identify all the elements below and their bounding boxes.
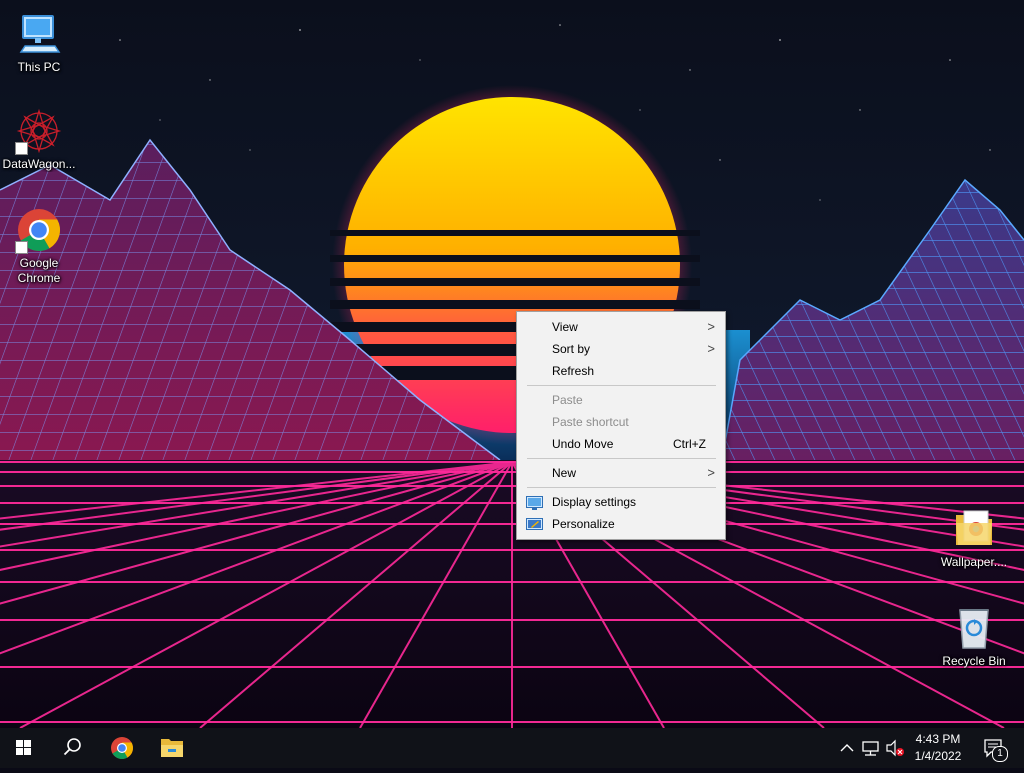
start-button[interactable] <box>0 728 48 768</box>
taskbar-chrome-button[interactable] <box>98 728 146 768</box>
menu-item-display-settings[interactable]: Display settings <box>517 491 725 513</box>
volume-button[interactable] <box>884 728 906 768</box>
menu-item-new[interactable]: New > <box>517 462 725 484</box>
action-center-button[interactable]: 1 <box>978 728 1008 768</box>
desktop-icon-label: DataWagon... <box>2 157 76 171</box>
network-icon <box>859 741 883 771</box>
menu-item-label: New <box>552 466 577 480</box>
chrome-icon <box>98 737 146 772</box>
menu-item-label: Refresh <box>552 364 595 378</box>
menu-item-label: Paste <box>552 393 583 407</box>
shortcut-arrow-icon <box>15 142 28 155</box>
windows-start-icon <box>0 740 48 772</box>
keyboard-shortcut: Ctrl+Z <box>673 437 706 451</box>
search-icon <box>48 738 96 772</box>
menu-item-label: Sort by <box>552 342 591 356</box>
menu-item-sort-by[interactable]: Sort by > <box>517 338 725 360</box>
menu-item-view[interactable]: View > <box>517 316 725 338</box>
search-button[interactable] <box>48 728 96 768</box>
taskbar: 4:43 PM 1/4/2022 1 <box>0 728 1024 768</box>
notification-count-badge: 1 <box>992 746 1008 762</box>
desktop-icon-this-pc[interactable]: This PC <box>1 10 77 75</box>
menu-item-label: View <box>552 320 578 334</box>
menu-item-refresh[interactable]: Refresh <box>517 360 725 382</box>
display-settings-icon <box>526 495 543 510</box>
menu-separator <box>527 487 716 488</box>
chevron-right-icon: > <box>707 319 715 334</box>
personalize-icon <box>526 517 543 531</box>
chevron-right-icon: > <box>707 341 715 356</box>
desktop-icon-label: Recycle Bin <box>942 654 1006 668</box>
computer-icon <box>15 10 63 58</box>
desktop-icon-datawagon[interactable]: DataWagon... <box>1 107 77 172</box>
chrome-icon <box>15 206 63 254</box>
chevron-right-icon: > <box>707 465 715 480</box>
taskbar-file-explorer-button[interactable] <box>148 728 196 768</box>
datawagon-icon <box>15 107 63 155</box>
menu-item-paste: Paste <box>517 389 725 411</box>
desktop-icon-label: Google Chrome <box>17 256 61 285</box>
clock-time: 4:43 PM <box>915 732 961 746</box>
desktop-icon-google-chrome[interactable]: Google Chrome <box>1 206 77 286</box>
desktop-icon-label: This PC <box>17 60 61 74</box>
wallpaper <box>0 0 1024 728</box>
clock-date: 1/4/2022 <box>914 749 962 763</box>
menu-item-paste-shortcut: Paste shortcut <box>517 411 725 433</box>
show-hidden-icons-button[interactable] <box>837 728 857 768</box>
menu-item-undo-move[interactable]: Undo Move Ctrl+Z <box>517 433 725 455</box>
menu-item-personalize[interactable]: Personalize <box>517 513 725 535</box>
desktop[interactable]: This PC DataWagon... Google Chrome Wallp… <box>0 0 1024 728</box>
menu-item-label: Undo Move <box>552 437 614 451</box>
desktop-context-menu: View > Sort by > Refresh Paste Paste sho… <box>516 311 726 540</box>
file-explorer-icon <box>148 739 196 772</box>
desktop-icon-recycle-bin[interactable]: Recycle Bin <box>936 604 1012 669</box>
menu-separator <box>527 385 716 386</box>
clock[interactable]: 4:43 PM 1/4/2022 <box>905 731 971 765</box>
menu-item-label: Display settings <box>552 495 637 509</box>
chevron-up-icon <box>837 744 857 771</box>
menu-separator <box>527 458 716 459</box>
volume-muted-icon <box>884 739 906 771</box>
shortcut-arrow-icon <box>15 241 28 254</box>
network-button[interactable] <box>859 728 883 768</box>
desktop-icon-label: Wallpaper.... <box>940 555 1008 569</box>
menu-item-label: Personalize <box>552 517 615 531</box>
folder-icon <box>950 505 998 553</box>
recycle-bin-icon <box>950 604 998 652</box>
desktop-icon-wallpaper-folder[interactable]: Wallpaper.... <box>936 505 1012 570</box>
menu-item-label: Paste shortcut <box>552 415 629 429</box>
